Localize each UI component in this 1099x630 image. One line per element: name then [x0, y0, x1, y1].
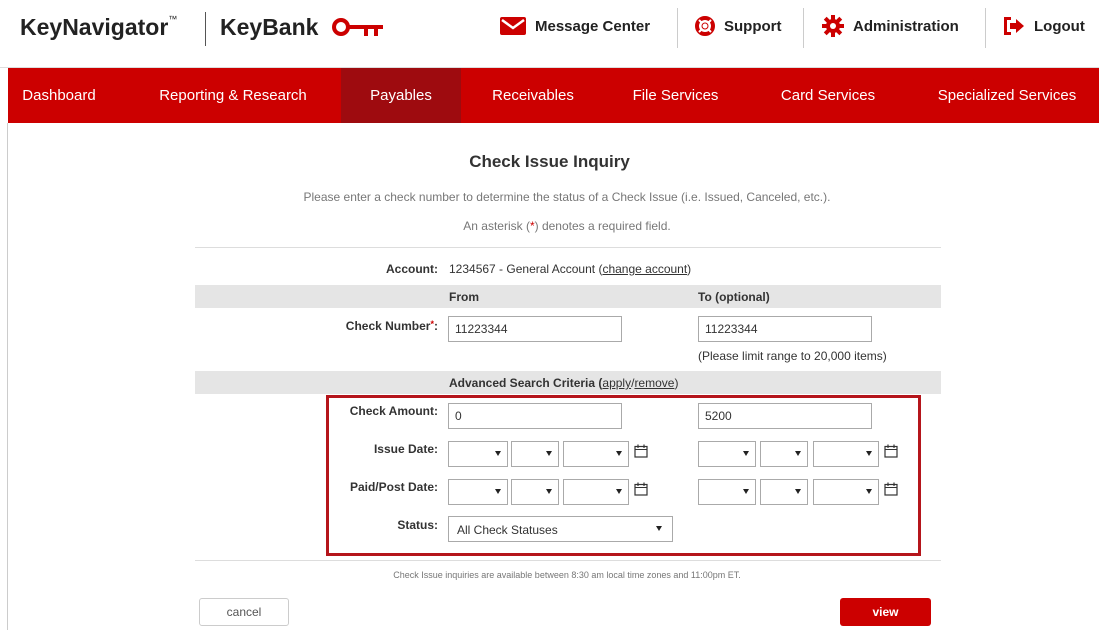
paid-date-to-day-select[interactable] [760, 479, 808, 505]
logo-divider [205, 12, 206, 46]
availability-note: Check Issue inquiries are available betw… [393, 570, 741, 580]
support-link[interactable]: Support [695, 0, 782, 52]
required-marker: * [430, 319, 434, 329]
status-select-value: All Check Statuses [457, 523, 558, 537]
issue-date-from-year-select[interactable] [563, 441, 629, 467]
message-center-link[interactable]: Message Center [500, 0, 650, 52]
nav-specialized-services[interactable]: Specialized Services [916, 68, 1098, 123]
range-hint: (Please limit range to 20,000 items) [698, 349, 887, 363]
divider [195, 560, 941, 561]
change-account-link[interactable]: change account [602, 262, 687, 276]
paid-date-from-year-select[interactable] [563, 479, 629, 505]
divider [195, 247, 941, 248]
paid-date-from-month-select[interactable] [448, 479, 508, 505]
check-amount-label: Check Amount: [349, 404, 438, 418]
calendar-icon[interactable] [884, 444, 898, 458]
issue-date-to-month-select[interactable] [698, 441, 756, 467]
nav-file-services[interactable]: File Services [613, 68, 738, 123]
keybank-logo: KeyBank [220, 14, 319, 40]
top-header: KeyNavigator™ KeyBank Message Center Sup… [0, 0, 1099, 68]
chevron-down-icon [546, 489, 552, 494]
chevron-down-icon [743, 451, 749, 456]
apply-link[interactable]: apply [602, 376, 631, 390]
chevron-down-icon [546, 451, 552, 456]
header-divider [677, 8, 678, 48]
nav-payables[interactable]: Payables [341, 68, 461, 123]
column-header-band [195, 285, 941, 308]
main-nav: Dashboard Reporting & Research Payables … [8, 68, 1099, 123]
keynavigator-logo: KeyNavigator™ [20, 14, 178, 40]
check-number-from-input[interactable]: 11223344 [448, 316, 622, 342]
remove-link[interactable]: remove [634, 376, 674, 390]
account-label: Account: [386, 262, 438, 276]
status-select[interactable]: All Check Statuses [448, 516, 673, 542]
cancel-button[interactable]: cancel [199, 598, 289, 626]
gear-icon [822, 15, 844, 37]
chevron-down-icon [616, 451, 622, 456]
page-title: Check Issue Inquiry [469, 152, 630, 171]
calendar-icon[interactable] [634, 444, 648, 458]
issue-date-to-year-select[interactable] [813, 441, 879, 467]
check-amount-to-input[interactable]: 5200 [698, 403, 872, 429]
nav-reporting-research[interactable]: Reporting & Research [138, 68, 328, 123]
issue-date-to-day-select[interactable] [760, 441, 808, 467]
account-value: 1234567 - General Account (change accoun… [449, 262, 692, 276]
issue-date-from-day-select[interactable] [511, 441, 559, 467]
logout-link[interactable]: Logout [1003, 0, 1085, 52]
paid-date-to-month-select[interactable] [698, 479, 756, 505]
chevron-down-icon [795, 489, 801, 494]
nav-receivables[interactable]: Receivables [471, 68, 595, 123]
header-divider [985, 8, 986, 48]
paid-date-from-day-select[interactable] [511, 479, 559, 505]
check-number-label: Check Number*: [345, 319, 438, 333]
paid-date-to-year-select[interactable] [813, 479, 879, 505]
chevron-down-icon [616, 489, 622, 494]
chevron-down-icon [743, 489, 749, 494]
check-number-to-input[interactable]: 11223344 [698, 316, 872, 342]
chevron-down-icon [795, 451, 801, 456]
chevron-down-icon [656, 526, 662, 531]
keybank-key-icon [332, 18, 383, 36]
check-amount-from-input[interactable]: 0 [448, 403, 622, 429]
to-column-header: To (optional) [698, 290, 770, 304]
nav-card-services[interactable]: Card Services [758, 68, 898, 123]
required-field-note: An asterisk (*) denotes a required field… [463, 219, 671, 233]
issue-date-from-month-select[interactable] [448, 441, 508, 467]
view-button[interactable]: view [840, 598, 931, 626]
logout-arrow-icon [1003, 16, 1025, 36]
envelope-icon [500, 17, 526, 35]
nav-dashboard[interactable]: Dashboard [8, 68, 110, 123]
issue-date-label: Issue Date: [373, 442, 438, 456]
chevron-down-icon [866, 489, 872, 494]
advanced-search-title: Advanced Search Criteria (apply/remove) [449, 376, 679, 390]
calendar-icon[interactable] [884, 482, 898, 496]
lifebuoy-icon [695, 16, 715, 36]
chevron-down-icon [495, 489, 501, 494]
from-column-header: From [449, 290, 479, 304]
status-label: Status: [397, 518, 438, 532]
paid-post-date-label: Paid/Post Date: [349, 480, 438, 494]
chevron-down-icon [495, 451, 501, 456]
chevron-down-icon [866, 451, 872, 456]
administration-link[interactable]: Administration [822, 0, 959, 52]
calendar-icon[interactable] [634, 482, 648, 496]
instructions-text: Please enter a check number to determine… [303, 190, 831, 204]
header-divider [803, 8, 804, 48]
